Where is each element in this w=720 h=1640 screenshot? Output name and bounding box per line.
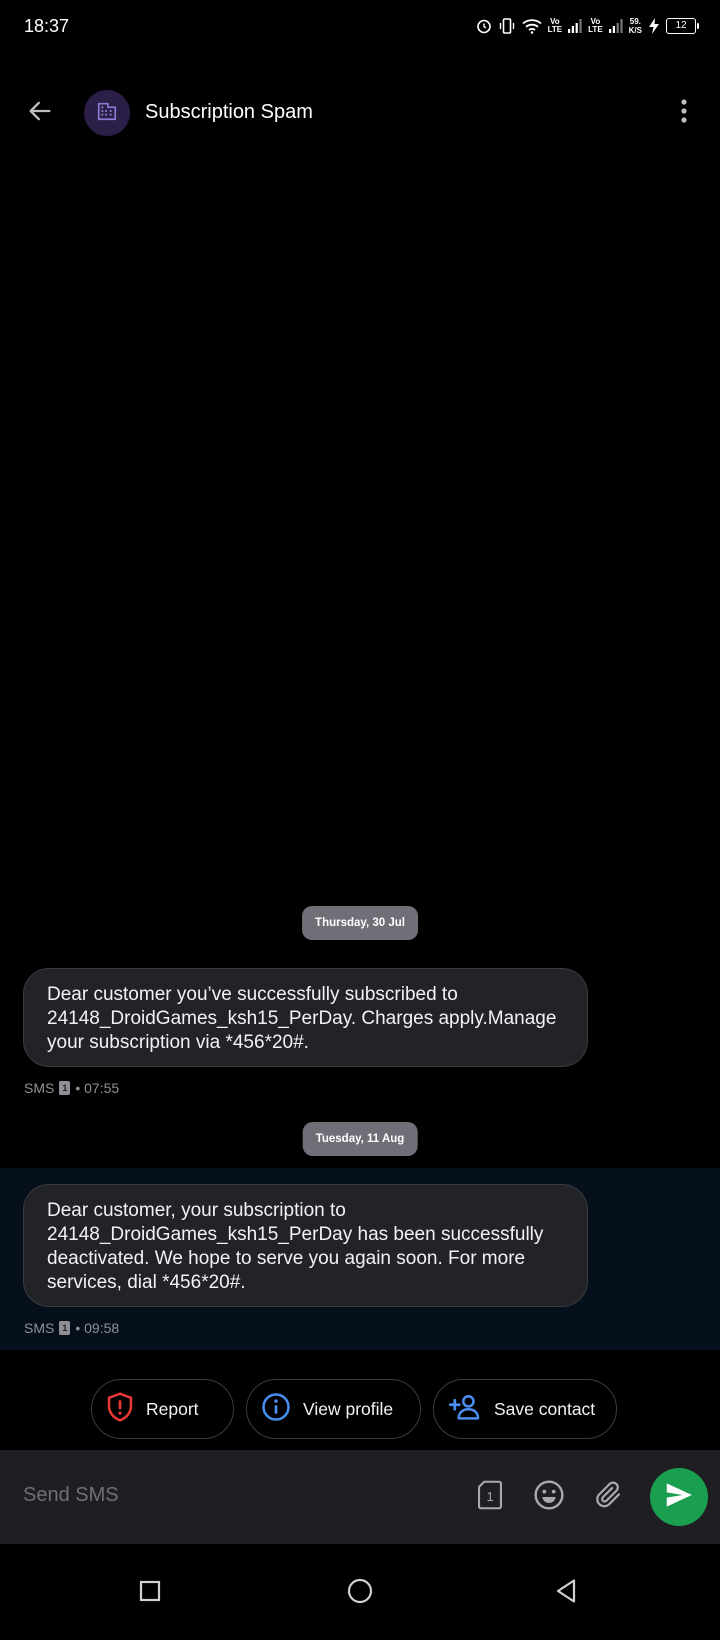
- square-icon: [139, 1580, 161, 1607]
- status-bar: 18:37 Vo LTE Vo LTE 59. K/S 12: [0, 0, 720, 52]
- send-button[interactable]: [650, 1468, 708, 1526]
- contact-avatar[interactable]: [84, 90, 130, 136]
- signal-icon-1: [568, 19, 582, 33]
- battery-icon: 12: [666, 18, 699, 34]
- message-channel: SMS: [24, 1080, 55, 1096]
- alarm-icon: [476, 18, 492, 34]
- report-button[interactable]: Report: [91, 1379, 234, 1439]
- circle-icon: [347, 1578, 373, 1609]
- compose-bar: Send SMS 1: [0, 1450, 720, 1544]
- business-icon: [96, 100, 118, 127]
- sim-number: 1: [486, 1489, 493, 1503]
- recents-button[interactable]: [125, 1568, 175, 1618]
- message-channel: SMS: [24, 1320, 55, 1336]
- save-contact-button[interactable]: Save contact: [433, 1379, 617, 1439]
- sim-icon: 1: [59, 1321, 71, 1335]
- triangle-back-icon: [554, 1578, 578, 1609]
- conversation-title: Subscription Spam: [145, 101, 313, 123]
- app-bar: Subscription Spam: [0, 80, 720, 146]
- paperclip-icon: [594, 1480, 624, 1515]
- message-text: Dear customer, your subscription to 2414…: [47, 1200, 544, 1293]
- message-meta: SMS 1 • 09:58: [24, 1320, 119, 1336]
- view-profile-button[interactable]: View profile: [246, 1379, 421, 1439]
- message-text: Dear customer you’ve successfully subscr…: [47, 984, 557, 1053]
- arrow-back-icon: [26, 97, 54, 130]
- message-meta: SMS 1 • 07:55: [24, 1080, 119, 1096]
- message-input[interactable]: Send SMS: [23, 1484, 119, 1507]
- volte-label-2: Vo LTE: [588, 17, 603, 34]
- suggestion-actions: Report View profile Save contact: [0, 1379, 720, 1439]
- view-profile-label: View profile: [303, 1398, 394, 1419]
- status-time: 18:37: [24, 16, 70, 36]
- back-button[interactable]: [20, 93, 60, 133]
- message-time: • 07:55: [75, 1080, 120, 1096]
- home-button[interactable]: [335, 1568, 385, 1618]
- message-bubble[interactable]: Dear customer you’ve successfully subscr…: [23, 968, 588, 1067]
- emoji-button[interactable]: [529, 1477, 569, 1517]
- report-label: Report: [146, 1398, 199, 1419]
- sim-select-button[interactable]: 1: [470, 1477, 510, 1517]
- sim-card-icon: 1: [477, 1480, 503, 1515]
- message-time: • 09:58: [75, 1320, 120, 1336]
- status-icons: Vo LTE Vo LTE 59. K/S 12: [476, 14, 699, 38]
- more-options-button[interactable]: [666, 93, 702, 133]
- system-nav-bar: [0, 1544, 720, 1640]
- person-add-icon: [448, 1393, 482, 1426]
- message-bubble[interactable]: Dear customer, your subscription to 2414…: [23, 1184, 588, 1307]
- attach-button[interactable]: [589, 1477, 629, 1517]
- send-icon: [665, 1482, 693, 1513]
- save-contact-label: Save contact: [494, 1398, 596, 1419]
- signal-icon-2: [608, 19, 623, 33]
- network-speed: 59. K/S: [628, 17, 642, 35]
- info-icon: [261, 1392, 291, 1427]
- emoji-icon: [533, 1479, 565, 1516]
- volte-label-1: Vo LTE: [547, 17, 563, 34]
- more-vert-icon: [680, 98, 688, 129]
- vibrate-icon: [498, 17, 516, 35]
- back-nav-button[interactable]: [541, 1568, 591, 1618]
- date-separator: Tuesday, 11 Aug: [302, 1122, 418, 1156]
- report-shield-icon: [106, 1391, 134, 1427]
- sim-icon: 1: [59, 1081, 71, 1095]
- charging-icon: [648, 18, 660, 34]
- date-separator: Thursday, 30 Jul: [302, 906, 418, 940]
- wifi-icon: [522, 18, 542, 34]
